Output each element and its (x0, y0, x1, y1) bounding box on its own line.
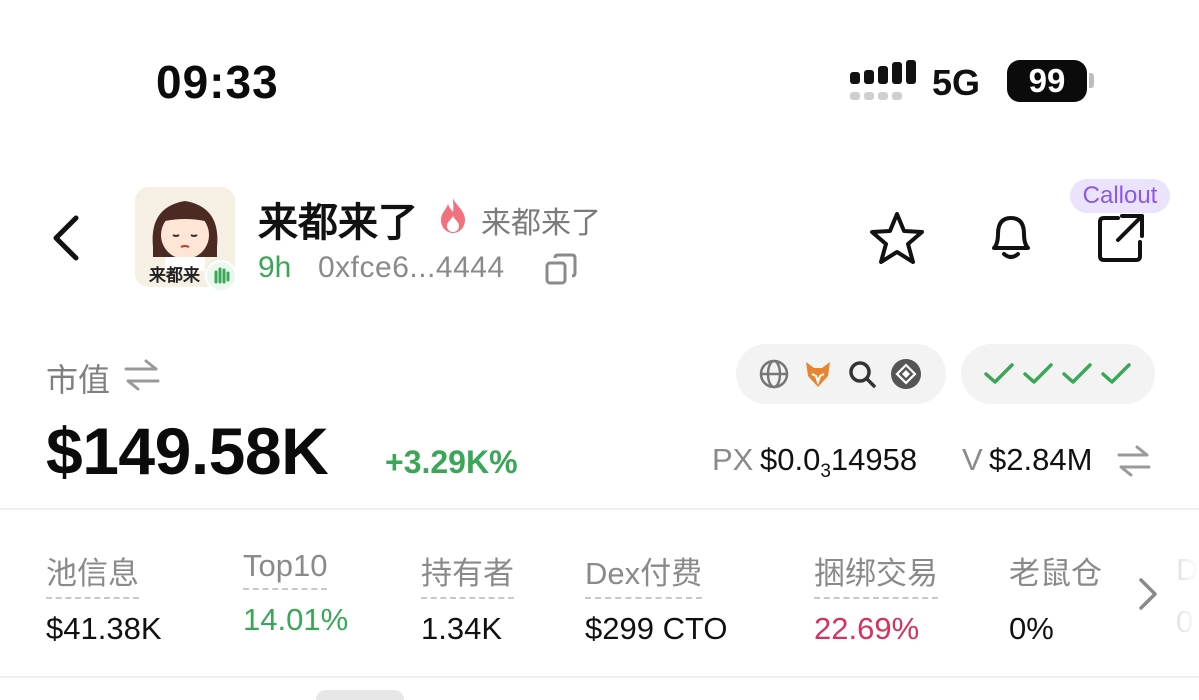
flame-icon (441, 198, 465, 233)
stat-top10[interactable]: Top10 14.01% (243, 548, 348, 638)
status-time: 09:33 (156, 56, 279, 108)
volume-value: $2.84M (989, 442, 1093, 477)
stat-label: 池信息 (46, 548, 139, 599)
check-icon (1023, 363, 1053, 384)
wave-hand-icon (205, 260, 237, 292)
price-label: PX (712, 442, 754, 477)
swap-arrows-icon[interactable] (122, 358, 162, 392)
tab-indicator (316, 690, 404, 700)
search-icon[interactable] (846, 358, 878, 390)
globe-icon[interactable] (758, 358, 790, 390)
battery-tip (1089, 73, 1094, 88)
section-divider (0, 508, 1199, 510)
price-value: $0.0314958 (760, 442, 917, 483)
price-prefix: $0.0 (760, 442, 821, 477)
price-suffix: 14958 (830, 442, 918, 477)
avatar-caption: 来都来 (149, 266, 200, 285)
callout-badge[interactable]: Callout (1070, 179, 1170, 213)
scroll-fade (1168, 540, 1199, 660)
volume-label: V (962, 442, 983, 477)
check-icon (984, 363, 1014, 384)
stat-label: 捆绑交易 (814, 548, 938, 599)
social-links-pill (736, 344, 946, 404)
market-cap-label: 市值 (46, 362, 111, 398)
battery-level: 99 (1028, 62, 1066, 99)
stat-value: $299 CTO (585, 611, 728, 646)
stat-label: Dex付费 (585, 548, 703, 599)
market-cap-value: $149.58K (46, 414, 329, 488)
check-icon (1062, 363, 1092, 384)
stat-label: 老鼠仓 (1009, 556, 1102, 591)
stat-value: 14.01% (243, 602, 349, 637)
stat-value: 0% (1009, 611, 1054, 646)
stat-value: $41.38K (46, 611, 162, 646)
token-subtitle: 来都来了 (481, 207, 601, 240)
stat-bundle-trades[interactable]: 捆绑交易 22.69% (814, 548, 938, 647)
stat-label: 持有者 (421, 548, 514, 599)
stat-value: 1.34K (421, 611, 503, 646)
stat-pool-info[interactable]: 池信息 $41.38K (46, 548, 162, 647)
chevron-right-icon[interactable] (1133, 574, 1161, 614)
bnb-chain-icon[interactable] (890, 358, 922, 390)
check-icon (1101, 363, 1131, 384)
copy-icon[interactable] (544, 252, 578, 286)
signal-bars-icon (850, 60, 916, 100)
stat-insider-holdings[interactable]: 老鼠仓 0% (1009, 548, 1102, 647)
security-checks-pill[interactable] (961, 344, 1155, 404)
price-zero-count: 3 (820, 461, 831, 483)
swap-arrows-icon[interactable] (1115, 444, 1153, 478)
fox-icon[interactable] (802, 358, 834, 390)
stat-holders[interactable]: 持有者 1.34K (421, 548, 514, 647)
share-icon[interactable] (1092, 210, 1150, 266)
battery-icon: 99 (1007, 60, 1087, 102)
stat-value: 22.69% (814, 611, 920, 646)
contract-address: 0xfce6...4444 (318, 251, 505, 284)
section-divider (0, 676, 1199, 678)
back-chevron-icon[interactable] (44, 210, 88, 266)
stat-dex-paid[interactable]: Dex付费 $299 CTO (585, 548, 727, 647)
bell-icon[interactable] (982, 210, 1040, 266)
token-age: 9h (258, 251, 292, 284)
stat-label: Top10 (243, 548, 328, 590)
token-name: 来都来了 (258, 201, 418, 245)
market-cap-change: +3.29K% (385, 444, 518, 480)
network-type: 5G (932, 62, 981, 103)
star-icon[interactable] (868, 210, 926, 266)
